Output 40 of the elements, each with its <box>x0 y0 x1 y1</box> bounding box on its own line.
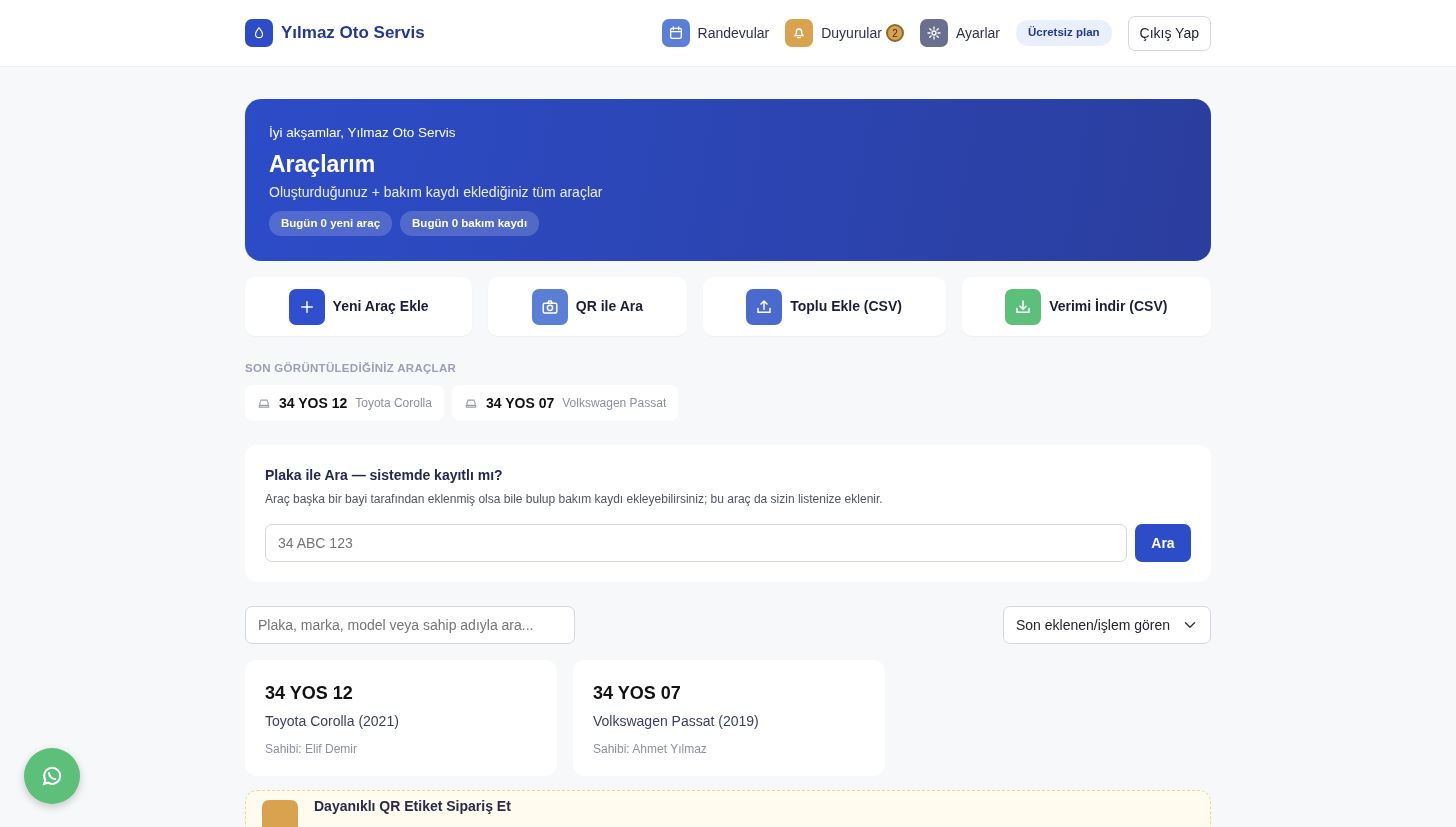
panel-title: Plaka ile Ara — sistemde kayıtlı mı? <box>265 466 504 486</box>
action-button[interactable]: Yeni Araç Ekle <box>245 277 473 336</box>
logout-button[interactable]: Çıkış Yap <box>1127 15 1211 51</box>
section-heading: SON GÖRÜNTÜLEDİĞİNİZ ARAÇLAR <box>245 361 458 376</box>
promo-title: Dayanıklı QR Etiket Sipariş Et <box>314 797 511 817</box>
vehicle-model: Toyota Corolla (2021) <box>265 712 400 732</box>
notification-badge: 2 <box>885 24 904 42</box>
stat-chip: Bugün 0 bakım kaydı <box>400 210 540 236</box>
stat-chip: Bugün 0 yeni araç <box>269 210 393 236</box>
plate-number: 34 YOS 12 <box>265 682 354 706</box>
plate-input[interactable]: 34 ABC 123 <box>265 524 1127 563</box>
action-button[interactable]: Verimi İndir (CSV) <box>961 277 1212 336</box>
brand-name: Yılmaz Oto Servis <box>281 22 425 45</box>
vehicle-model: Volkswagen Passat (2019) <box>593 712 760 732</box>
nav-link[interactable]: Randevular <box>661 19 770 47</box>
panel-description: Araç başka bir bayi tarafından eklenmiş olsa bile bulup bakım kaydı ekleyebilirsiniz; bu araç da sizin listenize eklenir. <box>265 491 884 509</box>
vehicle-card[interactable]: 34 YOS 12 Toyota Corolla (2021) Sahibi: Elif Demir <box>245 660 557 777</box>
owner-name: Sahibi: Elif Demir <box>265 741 359 759</box>
logo-icon <box>245 19 273 47</box>
vehicle-card[interactable]: 34 YOS 07 Volkswagen Passat (2019) Sahibi: Ahmet Yılmaz <box>573 660 885 777</box>
recent-vehicle-chip[interactable]: 34 YOS 07 Volkswagen Passat <box>451 385 679 422</box>
car-icon <box>257 396 271 411</box>
chat-icon <box>40 764 64 788</box>
greeting-text: İyi akşamlar, Yılmaz Oto Servis <box>269 124 457 142</box>
action-button[interactable]: QR ile Ara <box>488 277 687 336</box>
plan-badge: Ücretsiz plan <box>1016 20 1112 46</box>
owner-name: Sahibi: Ahmet Yılmaz <box>593 741 708 759</box>
promo-icon <box>262 800 298 827</box>
filter-input[interactable]: Plaka, marka, model veya sahip adıyla ara... <box>245 606 575 645</box>
nav-link[interactable]: Duyurular <box>785 19 882 47</box>
nav-link[interactable]: Ayarlar <box>919 19 1000 47</box>
page-title: Araçlarım <box>269 150 377 180</box>
subtitle-text: Oluşturduğunuz + bakım kaydı eklediğiniz tüm araçlar <box>269 182 604 202</box>
search-button[interactable]: Ara <box>1135 524 1191 563</box>
car-icon <box>463 396 478 411</box>
whatsapp-button[interactable] <box>24 748 80 804</box>
plate-number: 34 YOS 07 <box>593 682 682 706</box>
sort-select[interactable]: Son eklenen/işlem gören <box>1003 606 1211 645</box>
recent-vehicle-chip[interactable]: 34 YOS 12 Toyota Corolla <box>245 385 444 422</box>
action-button[interactable]: Toplu Ekle (CSV) <box>702 277 946 336</box>
